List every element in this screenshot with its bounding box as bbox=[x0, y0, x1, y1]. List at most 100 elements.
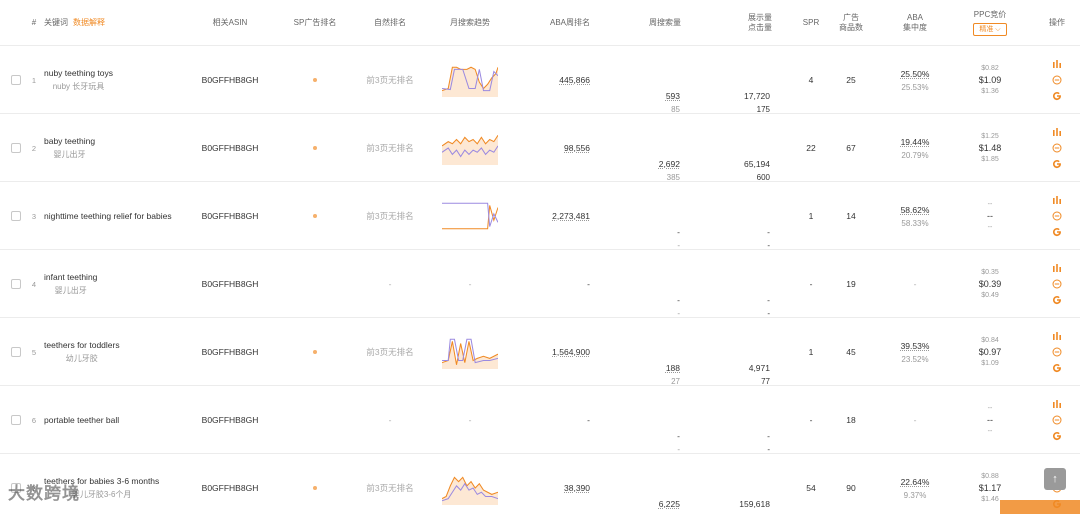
minus-circle-icon[interactable] bbox=[1052, 347, 1062, 357]
trend-sparkline[interactable] bbox=[442, 63, 498, 97]
natural-rank: - bbox=[388, 279, 392, 289]
ad-products-count: 45 bbox=[846, 347, 856, 357]
aba-concentration-secondary: 25.53% bbox=[901, 82, 929, 92]
ppc-match-select[interactable]: 精准 ⌵ bbox=[973, 23, 1007, 37]
bar-chart-icon[interactable] bbox=[1052, 127, 1062, 137]
aba-concentration: 22.64% bbox=[900, 476, 930, 487]
weekly-search-secondary: - bbox=[677, 309, 680, 318]
asin-text[interactable]: B0GFFHB8GH bbox=[202, 211, 259, 221]
sp-rank-dot bbox=[313, 486, 317, 490]
minus-circle-icon[interactable] bbox=[1052, 211, 1062, 221]
trend-sparkline[interactable] bbox=[442, 471, 498, 505]
weekly-search-secondary: - bbox=[677, 241, 680, 250]
weekly-search-secondary: 85 bbox=[671, 105, 680, 114]
keyword-cell: infant teething 婴儿出牙 bbox=[44, 272, 97, 296]
aba-rank: - bbox=[587, 279, 590, 289]
spr-value: 1 bbox=[808, 211, 814, 221]
header-keyword-label: 关键词 bbox=[44, 17, 68, 27]
header-ppc: PPC竞价 精准 ⌵ bbox=[960, 0, 1020, 46]
minus-circle-icon[interactable] bbox=[1052, 415, 1062, 425]
weekly-search: 593 bbox=[665, 91, 680, 101]
aba-concentration-secondary: 23.52% bbox=[901, 354, 929, 364]
google-icon[interactable] bbox=[1052, 363, 1062, 373]
display-count: 4,971 bbox=[748, 363, 770, 373]
asin-text[interactable]: B0GFFHB8GH bbox=[202, 347, 259, 357]
google-icon[interactable] bbox=[1052, 159, 1062, 169]
sp-rank-dot bbox=[313, 214, 317, 218]
row-index: 4 bbox=[31, 279, 37, 289]
asin-text[interactable]: B0GFFHB8GH bbox=[202, 75, 259, 85]
ppc-high: -- bbox=[987, 428, 993, 435]
asin-text[interactable]: B0GFFHB8GH bbox=[202, 143, 259, 153]
header-click: 点击量 bbox=[748, 23, 772, 32]
keyword-translation: 婴儿出牙 bbox=[54, 286, 87, 295]
table-row: 2 baby teething 婴儿出牙 B0GFFHB8GH 前3页无排名 9… bbox=[0, 114, 1080, 182]
minus-circle-icon[interactable] bbox=[1052, 279, 1062, 289]
ppc-low: -- bbox=[987, 405, 993, 412]
bar-chart-icon[interactable] bbox=[1052, 263, 1062, 273]
keyword-text[interactable]: nuby teething toys bbox=[44, 68, 113, 78]
google-icon[interactable] bbox=[1052, 91, 1062, 101]
row-index: 3 bbox=[31, 211, 37, 221]
display-count: - bbox=[767, 295, 770, 305]
ppc-mid: -- bbox=[987, 415, 993, 425]
aba-concentration: 58.62% bbox=[900, 204, 930, 215]
header-products: 商品数 bbox=[839, 23, 863, 32]
ppc-mid: $0.39 bbox=[978, 279, 1002, 289]
header-aba: ABA bbox=[906, 12, 923, 22]
sp-rank-dot bbox=[313, 146, 317, 150]
keyword-cell: teethers for toddlers 幼儿牙胶 bbox=[44, 340, 120, 364]
keyword-text[interactable]: teethers for toddlers bbox=[44, 340, 120, 350]
keyword-text[interactable]: baby teething bbox=[44, 136, 95, 146]
arrow-up-icon: ↑ bbox=[1052, 473, 1058, 485]
table-row: 5 teethers for toddlers 幼儿牙胶 B0GFFHB8GH … bbox=[0, 318, 1080, 386]
aba-concentration: - bbox=[913, 279, 917, 289]
weekly-search-secondary: 385 bbox=[666, 173, 680, 182]
weekly-search: 6,225 bbox=[658, 499, 680, 509]
row-checkbox[interactable] bbox=[11, 415, 21, 425]
header-asin: 相关ASIN bbox=[212, 17, 248, 27]
keyword-text[interactable]: nighttime teething relief for babies bbox=[44, 211, 172, 221]
row-checkbox[interactable] bbox=[11, 279, 21, 289]
natural-rank: 前3页无排名 bbox=[366, 347, 414, 357]
row-checkbox[interactable] bbox=[11, 143, 21, 153]
row-checkbox[interactable] bbox=[11, 347, 21, 357]
asin-text[interactable]: B0GFFHB8GH bbox=[202, 415, 259, 425]
asin-text[interactable]: B0GFFHB8GH bbox=[202, 279, 259, 289]
bar-chart-icon[interactable] bbox=[1052, 59, 1062, 69]
trend-sparkline[interactable] bbox=[442, 199, 498, 233]
keyword-text[interactable]: portable teether ball bbox=[44, 415, 119, 425]
aba-concentration-secondary: 9.37% bbox=[903, 490, 927, 500]
minus-circle-icon[interactable] bbox=[1052, 143, 1062, 153]
row-checkbox[interactable] bbox=[11, 75, 21, 85]
google-icon[interactable] bbox=[1052, 431, 1062, 441]
keyword-text[interactable]: infant teething bbox=[44, 272, 97, 282]
asin-text[interactable]: B0GFFHB8GH bbox=[202, 483, 259, 493]
google-icon[interactable] bbox=[1052, 295, 1062, 305]
data-explanation-link[interactable]: 数据解释 bbox=[73, 18, 105, 28]
ppc-high: $1.85 bbox=[981, 156, 999, 163]
bar-chart-icon[interactable] bbox=[1052, 331, 1062, 341]
natural-rank: 前3页无排名 bbox=[366, 75, 414, 85]
bar-chart-icon[interactable] bbox=[1052, 195, 1062, 205]
spr-value: 1 bbox=[808, 347, 814, 357]
spr-value: - bbox=[809, 279, 813, 289]
keyword-translation: 婴儿出牙 bbox=[53, 150, 86, 159]
row-checkbox[interactable] bbox=[11, 211, 21, 221]
click-count: 175 bbox=[756, 105, 770, 114]
table-row: 6 portable teether ball B0GFFHB8GH - - -… bbox=[0, 386, 1080, 454]
ppc-high: $0.49 bbox=[981, 292, 999, 299]
trend-sparkline[interactable] bbox=[442, 131, 498, 165]
trend-empty: - bbox=[468, 415, 472, 425]
table-header: # 关键词 数据解释 相关ASIN SP广告排名 自然排名 月搜索趋势 ABA周… bbox=[0, 0, 1080, 46]
minus-circle-icon[interactable] bbox=[1052, 75, 1062, 85]
scroll-to-top-button[interactable]: ↑ bbox=[1044, 468, 1066, 490]
aba-concentration-secondary: 20.79% bbox=[901, 150, 929, 160]
weekly-search-secondary: 27 bbox=[671, 377, 680, 386]
bar-chart-icon[interactable] bbox=[1052, 399, 1062, 409]
ad-products-count: 90 bbox=[846, 483, 856, 493]
trend-sparkline[interactable] bbox=[442, 335, 498, 369]
google-icon[interactable] bbox=[1052, 227, 1062, 237]
aba-concentration: 25.50% bbox=[900, 68, 930, 79]
display-count: 65,194 bbox=[744, 159, 770, 169]
